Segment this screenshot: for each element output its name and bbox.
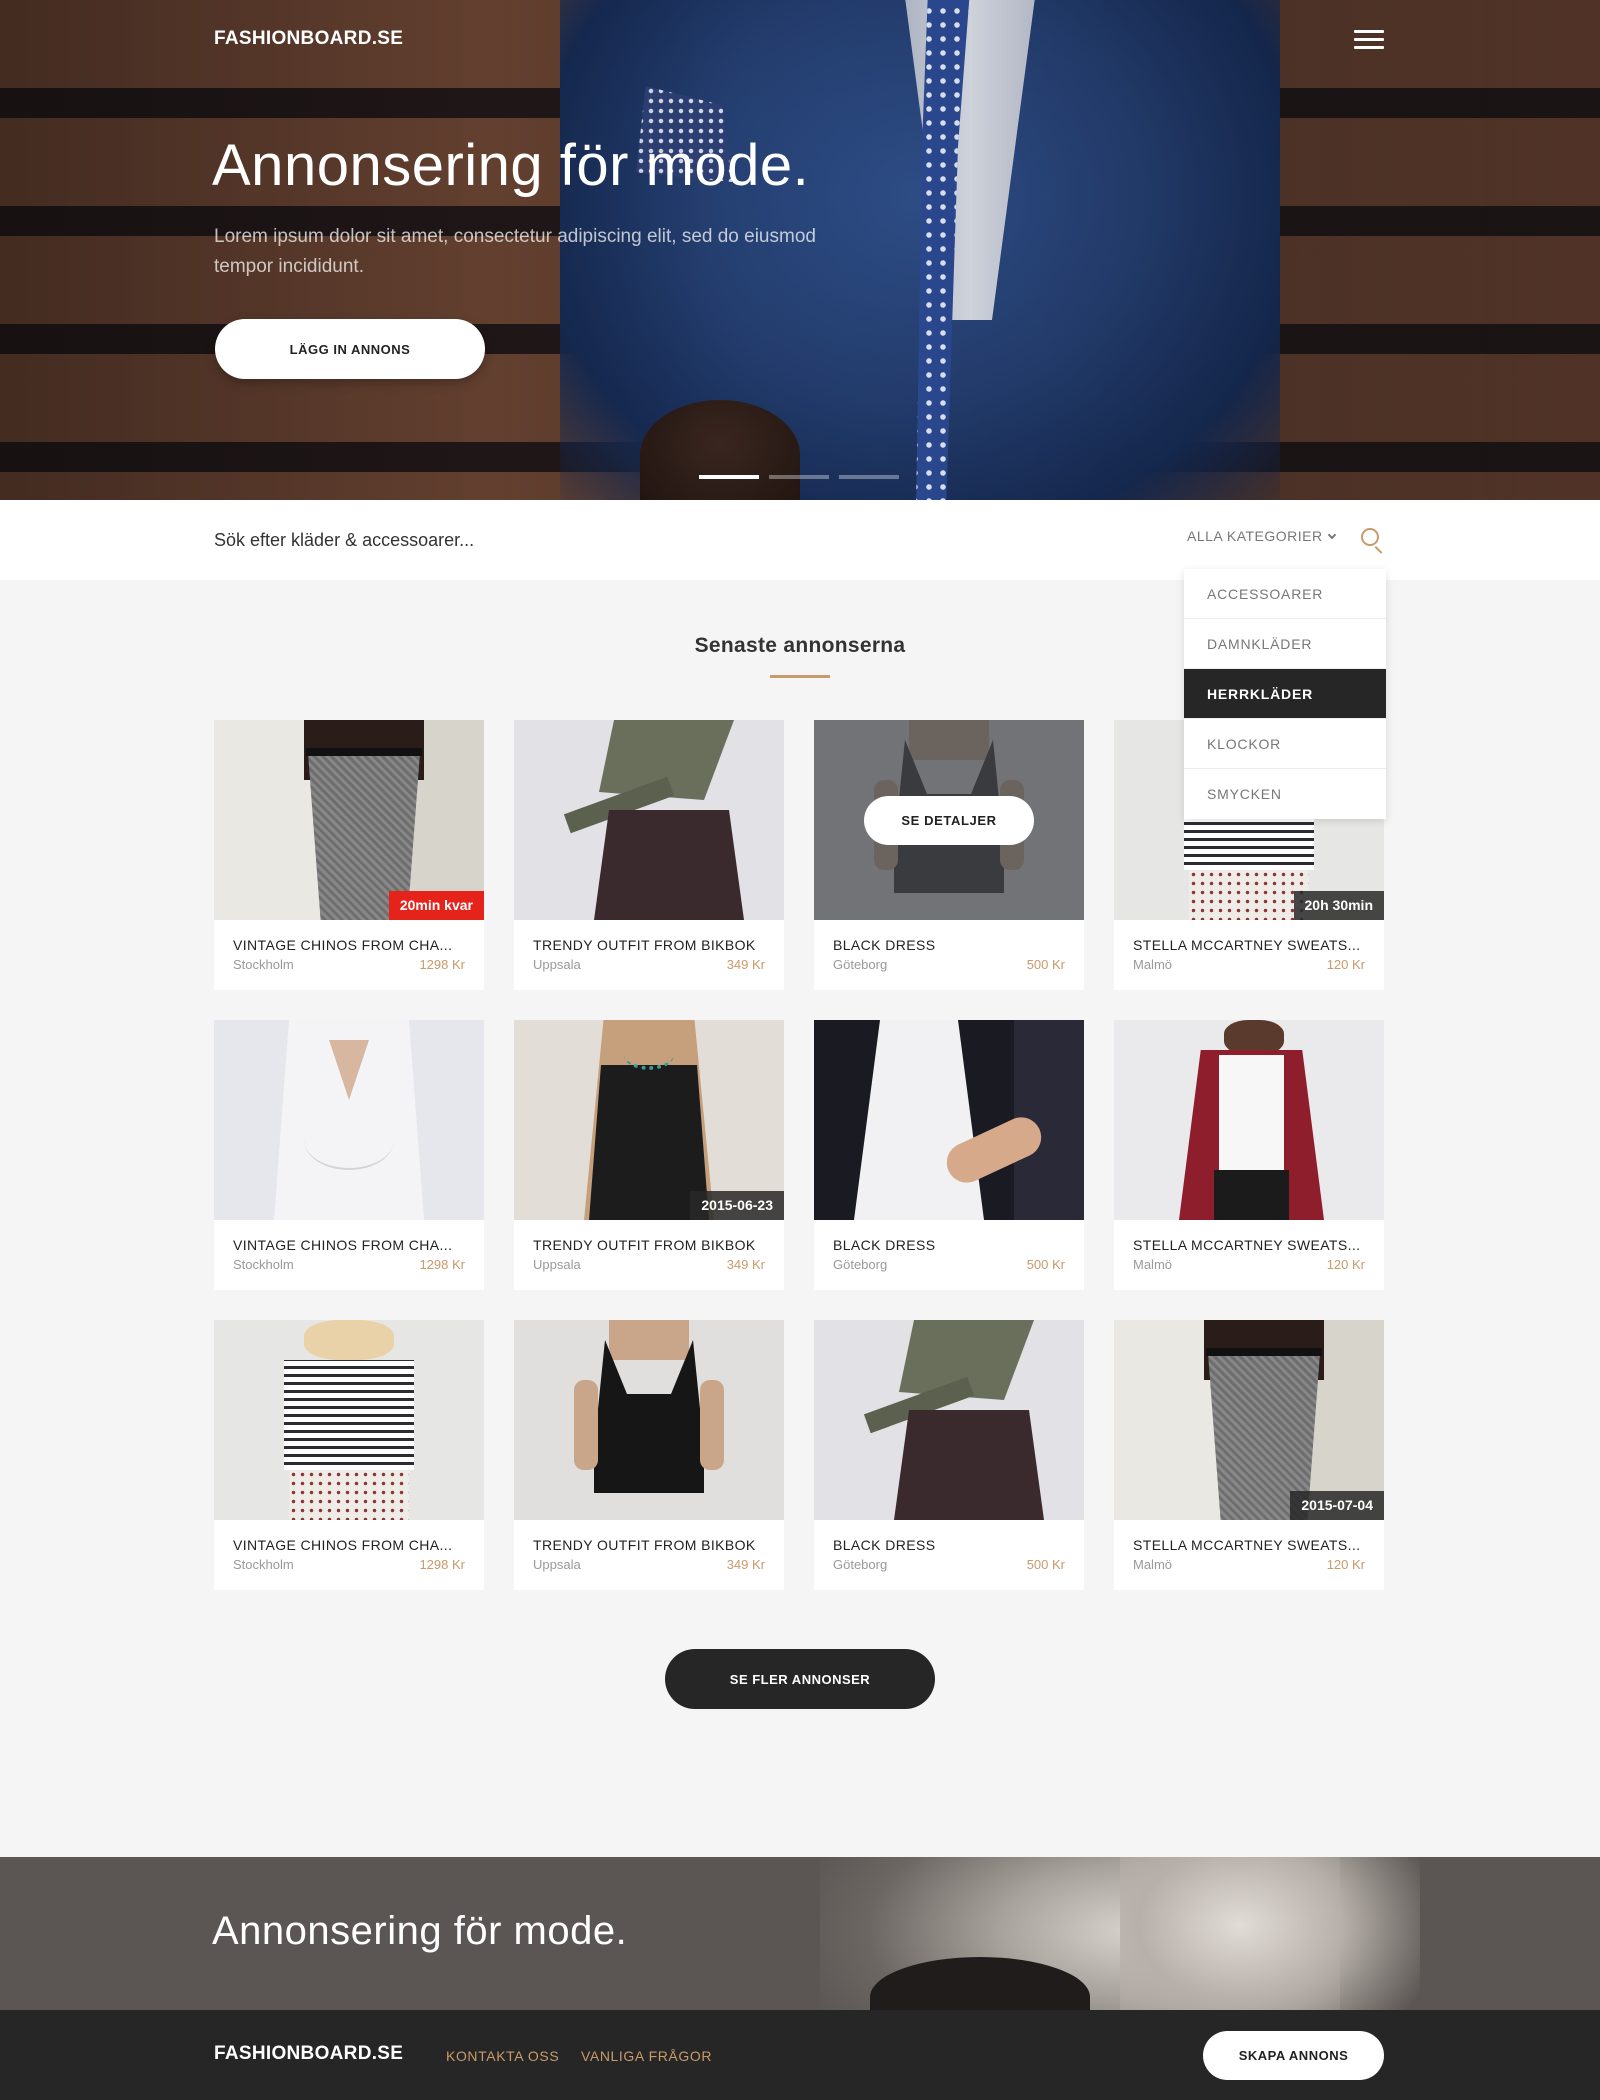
listing-image[interactable]: 2015-06-23 (514, 1020, 784, 1220)
listing-price: 349 Kr (726, 1257, 765, 1272)
create-listing-button[interactable]: SKAPA ANNONS (1203, 2031, 1384, 2080)
listing-location: Uppsala (533, 957, 581, 972)
listing-image[interactable]: 2015-07-04 (1114, 1320, 1384, 1520)
listing-image[interactable] (214, 1020, 484, 1220)
listing-card[interactable]: 2015-06-23 TRENDY OUTFIT FROM BIKBOK Uppsa… (514, 1020, 784, 1290)
listing-card[interactable]: BLACK DRESS Göteborg 500 Kr (814, 1020, 1084, 1290)
category-option-herrklader[interactable]: HERRKLÄDER (1184, 669, 1386, 719)
listing-title[interactable]: VINTAGE CHINOS FROM CHA... (233, 937, 452, 953)
listing-title[interactable]: TRENDY OUTFIT FROM BIKBOK (533, 937, 756, 953)
slider-dot-3[interactable] (839, 475, 899, 479)
section-divider (770, 675, 830, 678)
see-details-button[interactable]: SE DETALJER (864, 796, 1034, 845)
listing-card[interactable]: 2015-07-04 STELLA MCCARTNEY SWEATS... Malm… (1114, 1320, 1384, 1590)
listing-card[interactable]: SE DETALJER BLACK DRESS Göteborg 500 Kr (814, 720, 1084, 990)
listing-location: Stockholm (233, 1557, 294, 1572)
listing-title[interactable]: TRENDY OUTFIT FROM BIKBOK (533, 1237, 756, 1253)
listing-title[interactable]: BLACK DRESS (833, 1537, 935, 1553)
hero-subtitle: Lorem ipsum dolor sit amet, consectetur … (214, 226, 816, 277)
listing-price: 500 Kr (1026, 957, 1065, 972)
search-icon[interactable] (1361, 528, 1385, 554)
site-logo[interactable]: FASHIONBOARD.SE (214, 28, 403, 50)
footer-link-contact[interactable]: KONTAKTA OSS (446, 2048, 559, 2064)
listing-image[interactable]: 20min kvar (214, 720, 484, 920)
listing-time-badge: 20h 30min (1293, 891, 1384, 920)
listing-image[interactable] (814, 1320, 1084, 1520)
listing-time-badge: 20min kvar (388, 891, 484, 920)
listing-title[interactable]: BLACK DRESS (833, 1237, 935, 1253)
listing-card[interactable]: 20min kvar VINTAGE CHINOS FROM CHA... Stoc… (214, 720, 484, 990)
listing-card[interactable]: STELLA MCCARTNEY SWEATS... Malmö 120 Kr (1114, 1020, 1384, 1290)
listing-price: 1298 Kr (419, 1257, 465, 1272)
listing-location: Stockholm (233, 1257, 294, 1272)
hamburger-menu-icon[interactable] (1354, 30, 1384, 52)
listing-title[interactable]: STELLA MCCARTNEY SWEATS... (1133, 937, 1360, 953)
listing-image[interactable] (814, 1020, 1084, 1220)
listing-card[interactable]: TRENDY OUTFIT FROM BIKBOK Uppsala 349 Kr (514, 1320, 784, 1590)
hero: FASHIONBOARD.SE Annonsering för mode. Lo… (0, 0, 1600, 500)
listing-image[interactable] (1114, 1020, 1384, 1220)
listing-location: Göteborg (833, 957, 888, 972)
search-bar: ALLA KATEGORIER (0, 500, 1600, 580)
category-select[interactable]: ALLA KATEGORIER (1187, 528, 1336, 544)
category-select-label: ALLA KATEGORIER (1187, 528, 1323, 544)
promo-banner: Annonsering för mode. (0, 1857, 1600, 2010)
add-listing-button[interactable]: LÄGG IN ANNONS (215, 319, 485, 379)
listing-title[interactable]: VINTAGE CHINOS FROM CHA... (233, 1537, 452, 1553)
listing-price: 349 Kr (726, 957, 765, 972)
listing-price: 1298 Kr (419, 957, 465, 972)
listing-price: 349 Kr (726, 1557, 765, 1572)
banner-title: Annonsering för mode. (212, 1909, 628, 1953)
listing-card[interactable]: VINTAGE CHINOS FROM CHA... Stockholm 1298 … (214, 1020, 484, 1290)
banner-hair-image (1120, 1857, 1420, 2010)
listing-hover-overlay: SE DETALJER (814, 720, 1084, 920)
listing-time-badge: 2015-07-04 (1290, 1491, 1384, 1520)
listing-price: 500 Kr (1026, 1257, 1065, 1272)
chevron-down-icon (1327, 530, 1336, 540)
listing-price: 120 Kr (1326, 1557, 1365, 1572)
listing-image[interactable]: SE DETALJER (814, 720, 1084, 920)
listing-time-badge: 2015-06-23 (690, 1191, 784, 1220)
listing-image[interactable] (514, 720, 784, 920)
footer-logo[interactable]: FASHIONBOARD.SE (214, 2043, 403, 2065)
search-input[interactable] (214, 520, 914, 560)
category-option-smycken[interactable]: SMYCKEN (1184, 769, 1386, 819)
category-option-accessoarer[interactable]: ACCESSOARER (1184, 569, 1386, 619)
listing-title[interactable]: VINTAGE CHINOS FROM CHA... (233, 1237, 452, 1253)
footer-link-faq[interactable]: VANLIGA FRÅGOR (581, 2048, 712, 2064)
listing-card[interactable]: TRENDY OUTFIT FROM BIKBOK Uppsala 349 Kr (514, 720, 784, 990)
listing-location: Stockholm (233, 957, 294, 972)
listing-title[interactable]: TRENDY OUTFIT FROM BIKBOK (533, 1537, 756, 1553)
category-dropdown: ACCESSOARER DAMNKLÄDER HERRKLÄDER KLOCKO… (1184, 569, 1386, 819)
listing-price: 500 Kr (1026, 1557, 1065, 1572)
listing-location: Göteborg (833, 1257, 888, 1272)
listing-price: 120 Kr (1326, 1257, 1365, 1272)
listing-location: Malmö (1133, 1557, 1173, 1572)
listing-location: Malmö (1133, 1257, 1173, 1272)
listing-image[interactable] (514, 1320, 784, 1520)
listing-card[interactable]: BLACK DRESS Göteborg 500 Kr (814, 1320, 1084, 1590)
listing-title[interactable]: STELLA MCCARTNEY SWEATS... (1133, 1537, 1360, 1553)
listing-price: 1298 Kr (419, 1557, 465, 1572)
listing-image[interactable] (214, 1320, 484, 1520)
listing-location: Uppsala (533, 1557, 581, 1572)
listing-location: Göteborg (833, 1557, 888, 1572)
listing-title[interactable]: STELLA MCCARTNEY SWEATS... (1133, 1237, 1360, 1253)
listing-location: Uppsala (533, 1257, 581, 1272)
listing-price: 120 Kr (1326, 957, 1365, 972)
see-more-listings-button[interactable]: SE FLER ANNONSER (665, 1649, 935, 1709)
slider-dot-2[interactable] (769, 475, 829, 479)
footer: FASHIONBOARD.SE KONTAKTA OSS VANLIGA FRÅ… (0, 2010, 1600, 2100)
listing-location: Malmö (1133, 957, 1173, 972)
listing-card[interactable]: VINTAGE CHINOS FROM CHA... Stockholm 1298 … (214, 1320, 484, 1590)
slider-dot-1[interactable] (699, 475, 759, 479)
listing-title[interactable]: BLACK DRESS (833, 937, 935, 953)
hero-title: Annonsering för mode. (212, 133, 810, 198)
category-option-klockor[interactable]: KLOCKOR (1184, 719, 1386, 769)
category-option-damnklader[interactable]: DAMNKLÄDER (1184, 619, 1386, 669)
